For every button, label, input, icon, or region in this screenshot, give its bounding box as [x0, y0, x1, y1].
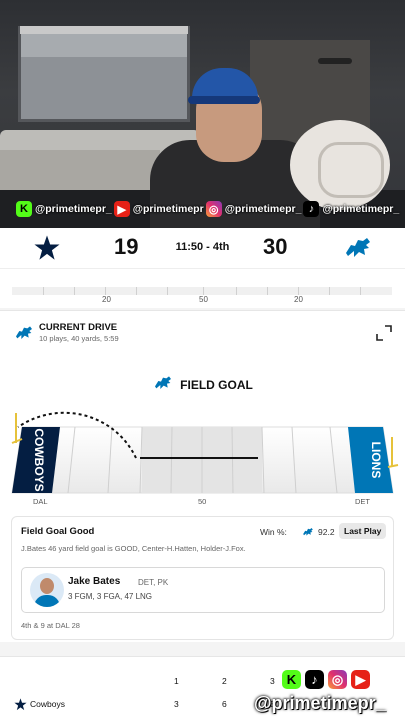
yard-tick: [329, 287, 330, 295]
instagram-icon: ◎: [328, 670, 347, 689]
youtube-handle: @primetimepr: [132, 203, 204, 215]
last-play-card[interactable]: Field Goal Good Win %: 92.2 Last Play J.…: [11, 516, 394, 640]
last-play-button[interactable]: Last Play: [339, 523, 387, 539]
tiktok-icon: ♪: [305, 670, 324, 689]
quarter-header: 2: [222, 676, 227, 686]
yard-tick: [203, 287, 204, 295]
quarter-header: 3: [270, 676, 275, 686]
yard-tick: [74, 287, 75, 295]
current-drive-card: CURRENT DRIVE 10 plays, 40 yards, 5:59 F…: [0, 310, 405, 642]
down-and-distance: 4th & 9 at DAL 28: [21, 621, 80, 630]
player-stats: 3 FGM, 3 FGA, 47 LNG: [68, 592, 153, 601]
yard-tick: [105, 287, 106, 295]
player-card[interactable]: Jake Bates DET, PK 3 FGM, 3 FGA, 47 LNG: [21, 567, 385, 613]
quarter-header: 1: [174, 676, 179, 686]
cap-brim: [188, 96, 260, 104]
player-position: DET, PK: [138, 578, 169, 587]
yard-tick: [267, 287, 268, 295]
play-description: J.Bates 46 yard field goal is GOOD, Cent…: [21, 544, 246, 553]
kick-handle: @primetimepr_: [35, 203, 112, 215]
social-handles: K @primetimepr_ ▶ @primetimepr ◎ @primet…: [16, 198, 399, 220]
away-score: 30: [263, 234, 288, 259]
lions-logo-icon: [14, 323, 34, 348]
yard-tick: [167, 287, 168, 295]
ceiling-fan: [318, 58, 352, 64]
kick-icon: K: [16, 201, 32, 217]
bed-sheet: [0, 150, 160, 190]
cowboys-endzone-label: COWBOYS: [32, 428, 46, 491]
lions-logo-icon: [301, 525, 315, 543]
yard-tick: [136, 287, 137, 295]
yard-tick: [236, 287, 237, 295]
win-probability-value: 92.2: [318, 527, 335, 537]
youtube-icon: ▶: [351, 670, 370, 689]
yard-label: 20: [102, 295, 111, 304]
drive-title: CURRENT DRIVE: [39, 322, 118, 333]
lions-endzone-label: LIONS: [369, 442, 383, 479]
goalpost-right-bar: [387, 464, 399, 468]
instagram-handle: @primetimepr_: [224, 203, 302, 215]
yard-label: DAL: [33, 497, 48, 506]
avatar: [30, 573, 64, 607]
play-title: Field Goal Good: [21, 526, 95, 537]
yard-tick: [298, 287, 299, 295]
bottom-handle: @primetimepr_: [254, 693, 386, 713]
field-goal-label: FIELD GOAL: [180, 377, 253, 392]
team-name: Cowboys: [30, 699, 65, 709]
player-name: Jake Bates: [68, 576, 121, 587]
expand-icon[interactable]: [376, 325, 392, 341]
win-probability-label: Win %:: [260, 527, 287, 537]
field-track: [12, 287, 392, 295]
yard-tick: [43, 287, 44, 295]
window-blind: [20, 26, 188, 34]
lions-logo-icon[interactable]: [343, 233, 373, 268]
yard-label: 20: [294, 295, 303, 304]
background-window: [18, 26, 190, 122]
yard-label: 50: [199, 295, 208, 304]
quarter-score: 3: [174, 699, 179, 709]
yard-label: DET: [355, 497, 370, 506]
football-helmet: [290, 120, 390, 210]
lions-logo-icon: [152, 373, 174, 396]
bottom-social-icons: K ♪ ◎ ▶: [282, 670, 371, 689]
drive-summary: 10 plays, 40 yards, 5:59: [39, 334, 119, 343]
mini-field-tracker: 20 50 20: [0, 268, 405, 308]
scoreboard[interactable]: 19 11:50 - 4th 30: [0, 228, 405, 268]
webcam-feed: K @primetimepr_ ▶ @primetimepr ◎ @primet…: [0, 0, 405, 228]
youtube-icon: ▶: [113, 201, 130, 217]
quarter-score: 6: [222, 699, 227, 709]
tiktok-handle: @primetimepr_: [322, 203, 400, 215]
tiktok-icon: ♪: [303, 201, 320, 217]
kick-icon: K: [282, 670, 301, 689]
instagram-icon: ◎: [205, 201, 222, 217]
field-goal-heading: FIELD GOAL: [0, 373, 405, 396]
cowboys-logo-icon: [14, 698, 27, 716]
yard-tick: [360, 287, 361, 295]
yard-label: 50: [198, 497, 207, 506]
